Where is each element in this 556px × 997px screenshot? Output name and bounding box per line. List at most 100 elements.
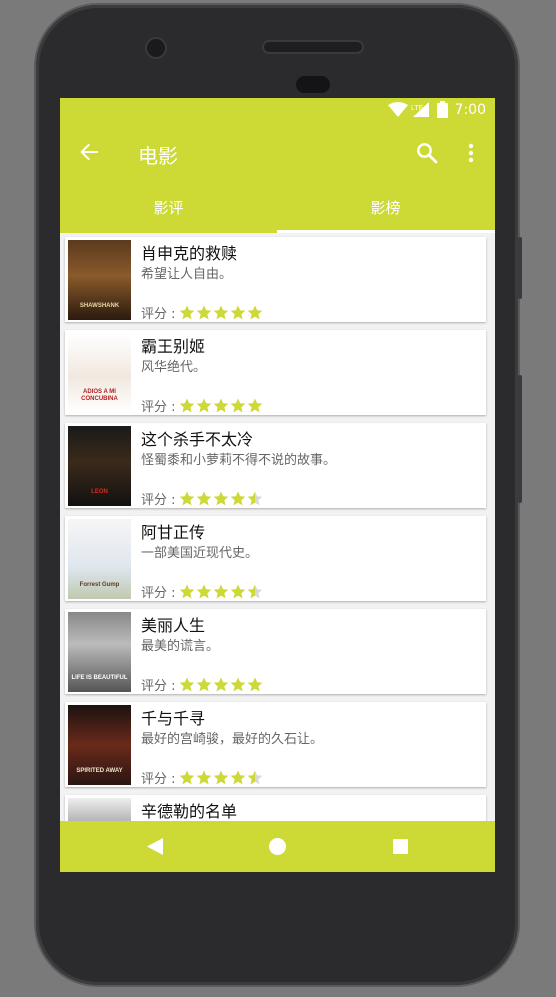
movie-description: 最好的宫崎骏，最好的久石让。 bbox=[141, 732, 324, 747]
movie-description: 一部美国近现代史。 bbox=[141, 546, 259, 561]
rating-star-icon bbox=[196, 305, 212, 320]
rating-star-icon bbox=[196, 584, 212, 599]
movie-card[interactable]: SPIRITED AWAY 千与千寻最好的宫崎骏，最好的久石让。 评分 : bbox=[65, 702, 486, 787]
rating-row: 评分 : bbox=[141, 582, 264, 601]
rating-star-icon bbox=[179, 770, 195, 785]
wifi-icon bbox=[388, 102, 408, 117]
rating-star-icon bbox=[230, 305, 246, 320]
rating-star-icon bbox=[213, 398, 229, 413]
rating-star-icon bbox=[247, 677, 263, 692]
rating-star-icon bbox=[230, 491, 246, 506]
movie-poster: LIFE IS BEAUTIFUL bbox=[68, 612, 131, 692]
tab-reviews[interactable]: 影评 bbox=[60, 186, 277, 233]
rating-star-icon bbox=[247, 584, 263, 599]
proximity-sensor bbox=[296, 76, 330, 93]
rating-row: 评分 : bbox=[141, 675, 264, 694]
movie-card[interactable]: Forrest Gump 阿甘正传一部美国近现代史。 评分 : bbox=[65, 516, 486, 601]
movie-poster: SPIRITED AWAY bbox=[68, 705, 131, 785]
movie-poster: ADIOS A MI CONCUBINA bbox=[68, 333, 131, 413]
rating-label: 评分 : bbox=[141, 306, 176, 322]
arrow-back-icon[interactable] bbox=[79, 142, 99, 162]
rating-label: 评分 : bbox=[141, 585, 176, 601]
rating-star-icon bbox=[247, 398, 263, 413]
poster-title-text: LIFE IS BEAUTIFUL bbox=[71, 675, 128, 681]
lte-signal-icon: LTE bbox=[411, 102, 429, 117]
home-circle-icon[interactable] bbox=[269, 838, 286, 855]
app-bar: LTE 7:00 电影 影评 影榜 bbox=[60, 98, 495, 233]
svg-text:LTE: LTE bbox=[411, 105, 424, 112]
movie-title: 肖申克的救赎 bbox=[141, 244, 238, 263]
movie-poster: Forrest Gump bbox=[68, 519, 131, 599]
rating-star-icon bbox=[230, 584, 246, 599]
movie-card[interactable]: SHAWSHANK 肖申克的救赎希望让人自由。 评分 : bbox=[65, 237, 486, 322]
volume-button bbox=[518, 375, 522, 503]
rating-star-icon bbox=[213, 305, 229, 320]
page-title: 电影 bbox=[138, 144, 178, 168]
movie-description: 风华绝代。 bbox=[141, 360, 207, 375]
movie-description: 怪蜀黍和小萝莉不得不说的故事。 bbox=[141, 453, 337, 468]
movie-card[interactable]: ADIOS A MI CONCUBINA 霸王别姬风华绝代。评分 : bbox=[65, 330, 486, 415]
rating-row: 评分 : bbox=[141, 303, 264, 322]
movie-poster: LEON bbox=[68, 426, 131, 506]
movie-title: 霸王别姬 bbox=[141, 337, 206, 356]
movie-card[interactable]: SCHINDLER'S LIST辛德勒的名单评分 : bbox=[65, 795, 486, 821]
movie-poster: SHAWSHANK bbox=[68, 240, 131, 320]
rating-row: 评分 : bbox=[141, 489, 264, 508]
front-camera bbox=[147, 39, 165, 57]
movie-title: 这个杀手不太冷 bbox=[141, 430, 254, 449]
status-time: 7:00 bbox=[454, 102, 486, 118]
back-triangle-icon[interactable] bbox=[147, 838, 163, 855]
movie-card[interactable]: LEON 这个杀手不太冷怪蜀黍和小萝莉不得不说的故事。 评分 : bbox=[65, 423, 486, 508]
rating-star-icon bbox=[230, 677, 246, 692]
rating-label: 评分 : bbox=[141, 771, 176, 787]
poster-title-text: ADIOS A MI CONCUBINA bbox=[81, 389, 118, 402]
battery-icon bbox=[437, 101, 448, 118]
rating-label: 评分 : bbox=[141, 678, 176, 694]
movie-title: 阿甘正传 bbox=[141, 523, 206, 542]
more-vert-icon[interactable] bbox=[467, 143, 475, 163]
rating-star-icon bbox=[196, 491, 212, 506]
status-bar: LTE 7:00 bbox=[60, 98, 495, 122]
movie-poster: SCHINDLER'S LIST bbox=[68, 798, 131, 821]
system-nav-bar bbox=[60, 821, 495, 872]
movie-list[interactable]: SHAWSHANK 肖申克的救赎 希望让人自由。 评分 : ADIOS A MI CON… bbox=[60, 233, 495, 821]
movie-title: 美丽人生 bbox=[141, 616, 206, 635]
poster-title-text: SPIRITED AWAY bbox=[76, 768, 123, 774]
movie-card[interactable]: LIFE IS BEAUTIFUL 美丽人生最美的谎言。 评分 : bbox=[65, 609, 486, 694]
rating-star-icon bbox=[196, 677, 212, 692]
rating-star-icon bbox=[179, 491, 195, 506]
screen: LTE 7:00 电影 影评 影榜 SHAWSHANK 肖申克的救赎 希望让人自… bbox=[60, 98, 495, 872]
rating-star-icon bbox=[179, 584, 195, 599]
movie-title: 辛德勒的名单 bbox=[141, 802, 238, 821]
recents-square-icon[interactable] bbox=[393, 839, 408, 854]
rating-row: 评分 : bbox=[141, 396, 264, 415]
rating-star-icon bbox=[230, 770, 246, 785]
rating-star-icon bbox=[230, 398, 246, 413]
poster-title-text: SHAWSHANK bbox=[79, 303, 120, 309]
tab-bar: 影评 影榜 bbox=[60, 186, 495, 233]
rating-row: 评分 : bbox=[141, 768, 264, 787]
power-button bbox=[518, 237, 522, 299]
rating-star-icon bbox=[196, 398, 212, 413]
rating-star-icon bbox=[213, 677, 229, 692]
rating-label: 评分 : bbox=[141, 399, 176, 415]
rating-star-icon bbox=[179, 305, 195, 320]
rating-star-icon bbox=[179, 677, 195, 692]
rating-star-icon bbox=[247, 491, 263, 506]
poster-title-text: Forrest Gump bbox=[79, 582, 120, 588]
earpiece-speaker bbox=[264, 42, 362, 52]
rating-star-icon bbox=[247, 770, 263, 785]
rating-label: 评分 : bbox=[141, 492, 176, 508]
rating-star-icon bbox=[213, 491, 229, 506]
movie-title: 千与千寻 bbox=[141, 709, 206, 728]
rating-star-icon bbox=[247, 305, 263, 320]
poster-title-text: LEON bbox=[91, 489, 108, 495]
rating-star-icon bbox=[213, 770, 229, 785]
rating-star-icon bbox=[196, 770, 212, 785]
rating-star-icon bbox=[179, 398, 195, 413]
search-icon[interactable] bbox=[416, 142, 438, 164]
tab-rankings[interactable]: 影榜 bbox=[277, 186, 494, 233]
movie-description: 希望让人自由。 bbox=[141, 267, 233, 282]
movie-description: 最美的谎言。 bbox=[141, 639, 220, 654]
rating-star-icon bbox=[213, 584, 229, 599]
